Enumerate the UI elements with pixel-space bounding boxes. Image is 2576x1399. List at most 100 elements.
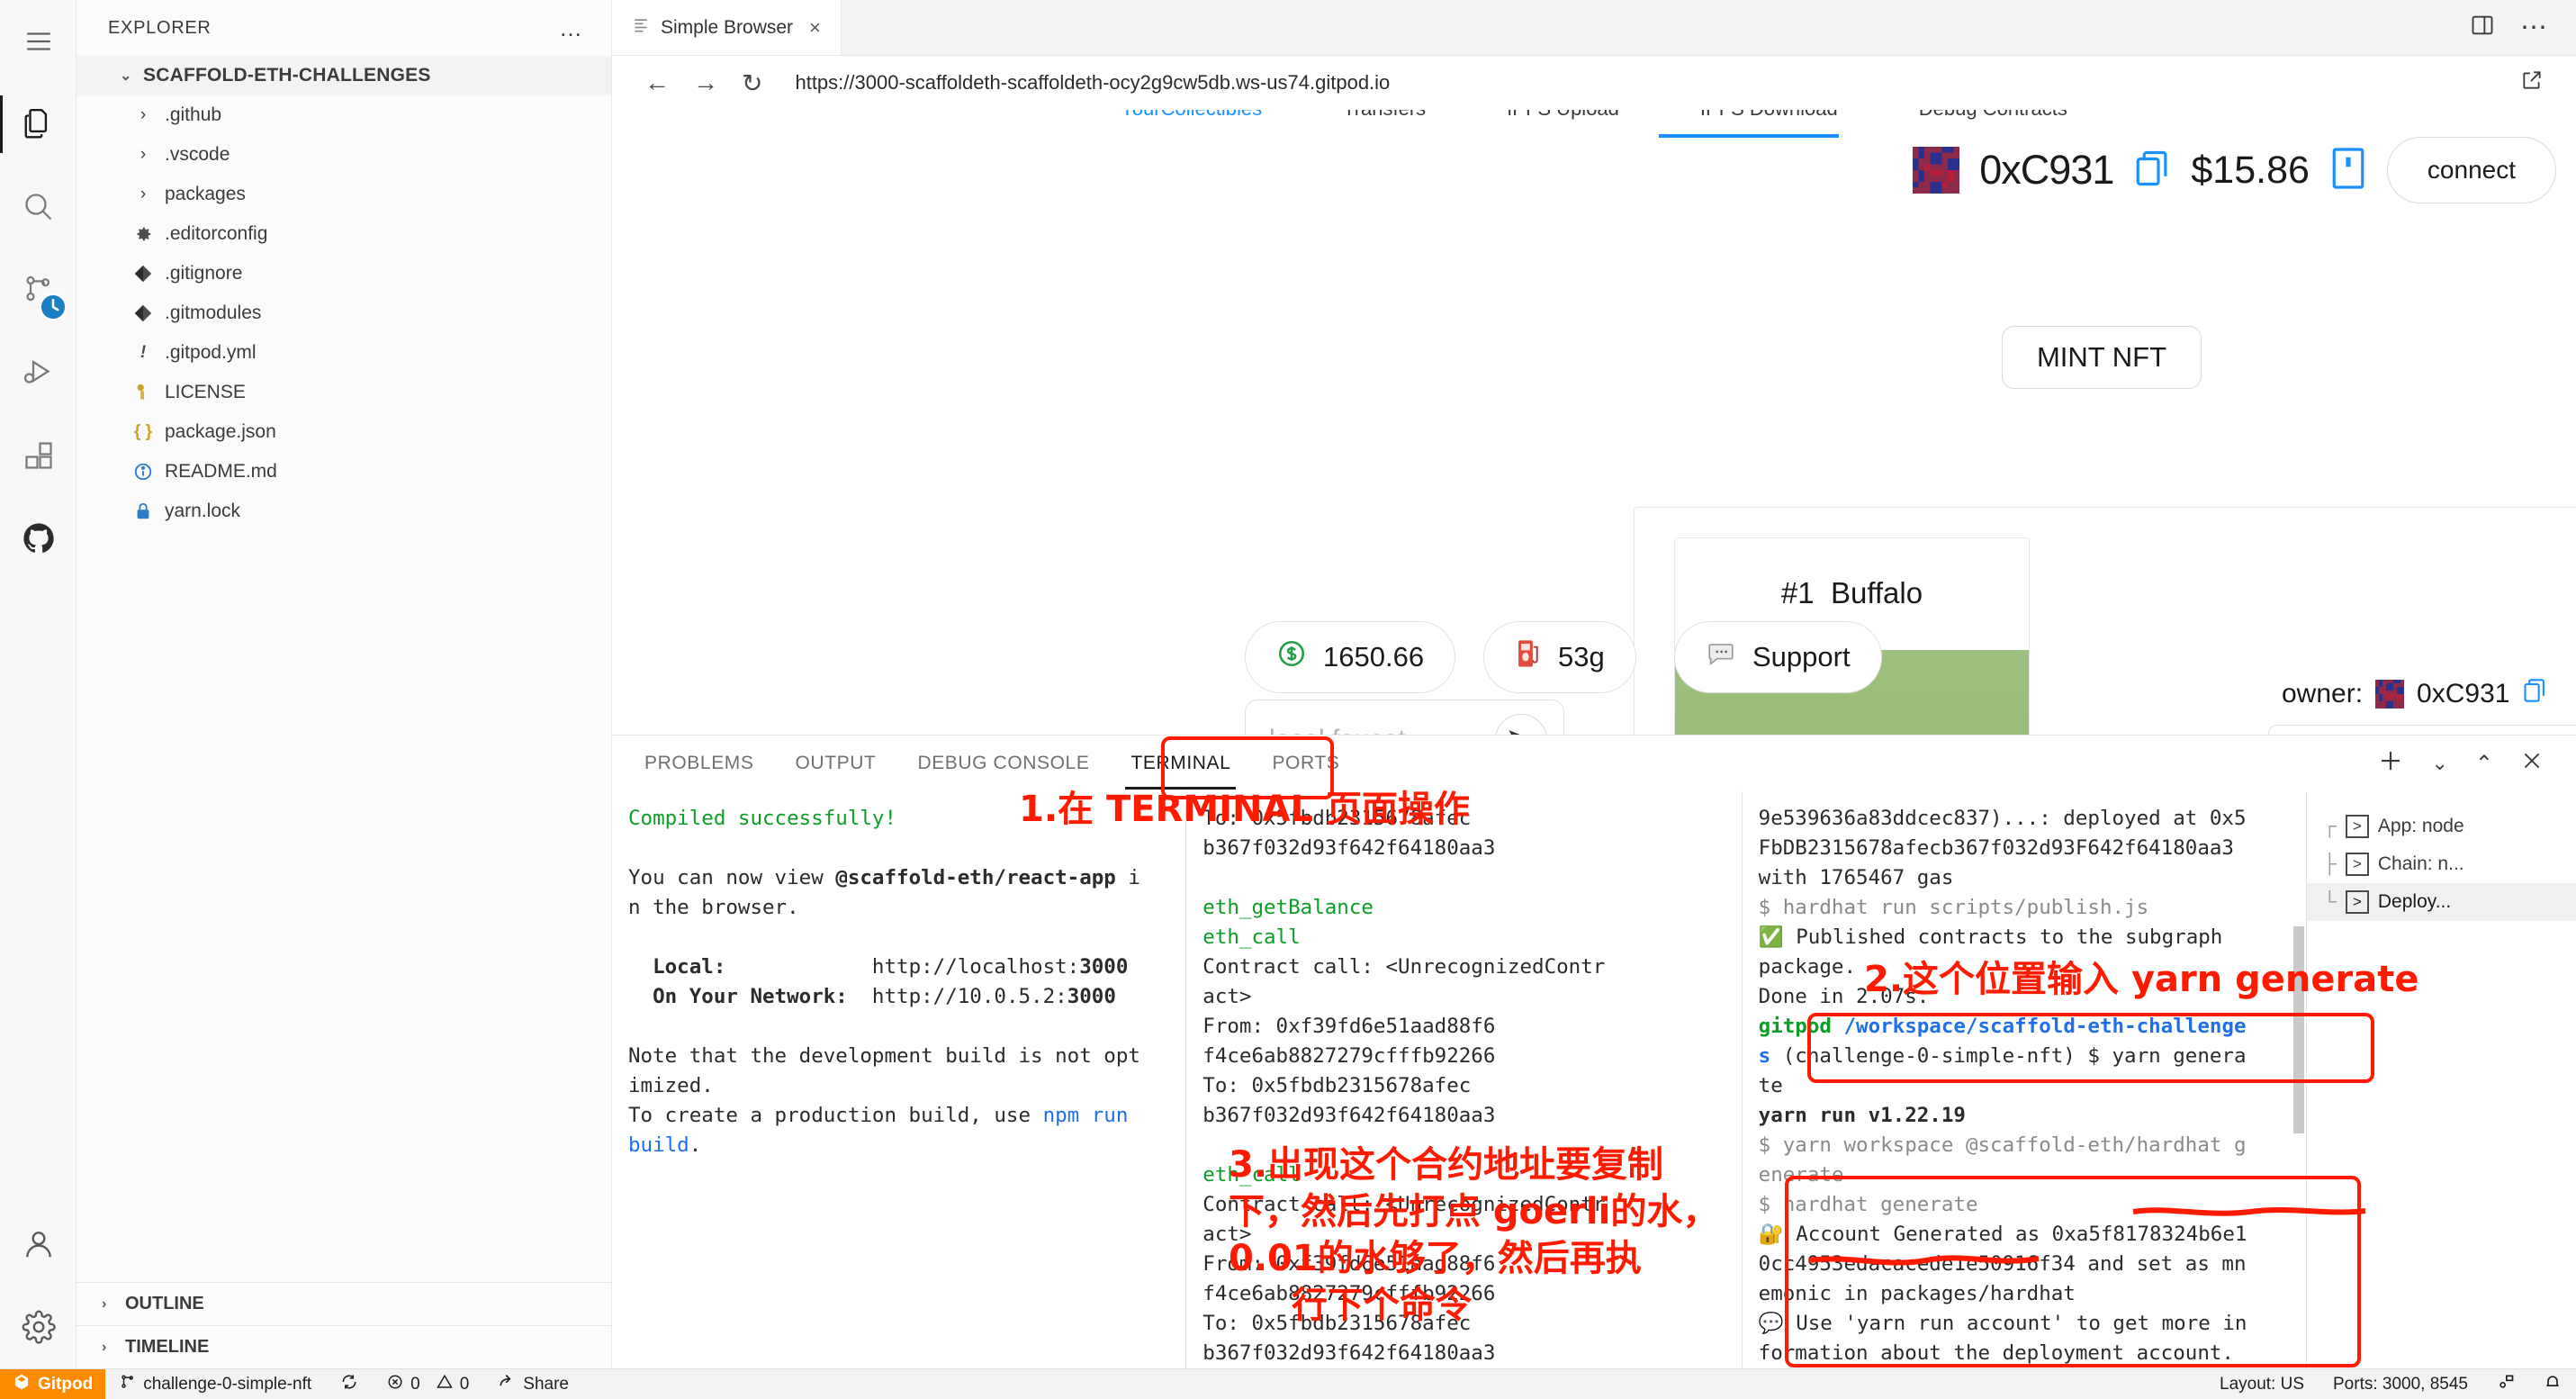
tree-item-label: .gitpod.yml <box>165 342 257 363</box>
chevron-down-icon: ⌄ <box>120 68 132 84</box>
add-terminal-icon[interactable] <box>2377 747 2404 781</box>
explorer-header: EXPLORER … <box>77 0 611 56</box>
github-icon[interactable] <box>0 497 77 580</box>
tab-output[interactable]: OUTPUT <box>796 753 877 774</box>
status-gitpod-button[interactable]: Gitpod <box>0 1368 106 1399</box>
chat-bubble-icon <box>1706 638 1736 676</box>
tree-item-gitpod-yml[interactable]: ! .gitpod.yml <box>77 333 611 373</box>
files-icon[interactable] <box>0 83 77 166</box>
copy-icon[interactable] <box>2522 677 2547 711</box>
connect-button[interactable]: connect <box>2386 137 2556 203</box>
terminal-line: From: 0xf39fd6e51aad88f6 <box>1202 1252 1496 1276</box>
tree-item-readme[interactable]: README.md <box>77 452 611 492</box>
back-icon[interactable]: ← <box>644 68 670 97</box>
explorer-section-outline[interactable]: › OUTLINE <box>77 1282 612 1325</box>
menu-icon[interactable] <box>0 0 77 83</box>
terminal-list-item-app[interactable]: ┌ > App: node <box>2307 808 2576 845</box>
forward-icon[interactable]: → <box>693 68 718 97</box>
nav-transfers[interactable]: Transfers <box>1343 110 1426 121</box>
more-actions-icon[interactable]: ⋯ <box>2520 14 2549 41</box>
status-share-button[interactable]: Share <box>483 1373 583 1396</box>
maximize-panel-icon[interactable]: ⌃ <box>2475 751 2493 777</box>
open-external-icon[interactable] <box>2520 68 2544 98</box>
editor-tab-bar: Simple Browser × ⋯ <box>612 0 2576 56</box>
terminal-line: To: 0x5fbdb2315678afec <box>1202 1312 1472 1335</box>
extensions-icon[interactable] <box>0 414 77 497</box>
close-icon[interactable]: × <box>809 16 821 40</box>
search-icon[interactable] <box>0 166 77 248</box>
reload-icon[interactable]: ↻ <box>742 68 762 98</box>
tab-ports[interactable]: PORTS <box>1272 753 1339 774</box>
tree-item-yarn-lock[interactable]: yarn.lock <box>77 492 611 531</box>
terminal-line: s (challenge-0-simple-nft) $ yarn genera <box>1758 1044 2247 1068</box>
tree-item-label: .gitignore <box>165 263 243 284</box>
account-address: 0xC931 <box>1979 147 2114 193</box>
tree-branch-icon: └ <box>2323 891 2337 912</box>
tree-item-editorconfig[interactable]: .editorconfig <box>77 214 611 254</box>
wallet-icon[interactable] <box>2329 145 2367 196</box>
terminal-line: On Your Network: http://10.0.5.2:3000 <box>653 985 1116 1008</box>
terminal-scrollbar[interactable] <box>2292 926 2304 1133</box>
url-input[interactable]: https://3000-scaffoldeth-scaffoldeth-ocy… <box>795 71 1390 95</box>
status-warning-count: 0 <box>459 1374 470 1394</box>
terminal-line: $ yarn workspace @scaffold-eth/hardhat g <box>1758 1133 2247 1157</box>
terminal-output[interactable]: Compiled successfully! You can now view … <box>612 791 2306 1368</box>
nav-ipfs-download[interactable]: IPFS Download <box>1700 110 1838 121</box>
git-file-icon <box>131 264 156 284</box>
terminal-list-item-chain[interactable]: ├ > Chain: n... <box>2307 845 2576 883</box>
status-problems[interactable]: 0 0 <box>373 1374 483 1395</box>
tree-item-label: .github <box>165 104 222 125</box>
tree-item-gitignore[interactable]: .gitignore <box>77 254 611 293</box>
explorer-more-icon[interactable]: … <box>559 16 584 40</box>
copy-icon[interactable] <box>2133 148 2171 194</box>
status-ports[interactable]: Ports: 3000, 8545 <box>2319 1375 2482 1394</box>
terminal-line: eth_getBalance <box>1202 896 1374 919</box>
explorer-panel: EXPLORER … ⌄ SCAFFOLD-ETH-CHALLENGES › .… <box>77 0 612 1368</box>
nav-debug-contracts[interactable]: Debug Contracts <box>1919 110 2067 121</box>
nav-ipfs-upload[interactable]: IPFS Upload <box>1507 110 1619 121</box>
terminal-list-item-deploy[interactable]: └ > Deploy... <box>2307 883 2576 921</box>
terminal-line: Contract call: <UnrecognizedContr <box>1202 955 1606 979</box>
tab-simple-browser[interactable]: Simple Browser × <box>612 0 842 55</box>
annotation-underline-address <box>1808 1207 2366 1266</box>
terminal-line: b367f032d93f642f64180aa3 <box>1202 1104 1496 1127</box>
tree-item-license[interactable]: LICENSE <box>77 373 611 412</box>
nav-your-collectibles[interactable]: YourCollectibles <box>1121 110 1262 121</box>
gas-pill: 53g <box>1483 621 1636 693</box>
tab-debug-console[interactable]: DEBUG CONSOLE <box>917 753 1089 774</box>
status-layout-label: Layout: US <box>2220 1374 2304 1394</box>
nav-active-underline <box>1659 134 1839 138</box>
account-icon[interactable] <box>0 1203 77 1286</box>
info-file-icon <box>131 462 156 482</box>
mint-nft-button[interactable]: MINT NFT <box>2001 326 2202 389</box>
tree-item-packages[interactable]: › packages <box>77 175 611 214</box>
run-debug-icon[interactable] <box>0 331 77 414</box>
explorer-root-label: SCAFFOLD-ETH-CHALLENGES <box>143 65 431 86</box>
terminal-line: From: 0xf39fd6e51aad88f6 <box>1202 1015 1496 1038</box>
status-sync-button[interactable] <box>326 1373 373 1396</box>
chevron-down-icon[interactable]: ⌄ <box>2431 752 2447 775</box>
tree-item-package-json[interactable]: { } package.json <box>77 412 611 452</box>
settings-gear-icon[interactable] <box>0 1286 77 1368</box>
terminal-line: build. <box>628 1133 702 1157</box>
nft-name: Buffalo <box>1830 576 1923 609</box>
status-layout[interactable]: Layout: US <box>2205 1375 2319 1394</box>
split-editor-icon[interactable] <box>2470 13 2495 42</box>
support-pill[interactable]: Support <box>1674 621 1882 693</box>
source-control-icon[interactable] <box>0 248 77 331</box>
status-branch[interactable]: challenge-0-simple-nft <box>105 1374 326 1395</box>
owner-label: owner: <box>2282 679 2364 709</box>
tree-item-vscode[interactable]: › .vscode <box>77 135 611 175</box>
tab-terminal[interactable]: TERMINAL <box>1125 753 1237 790</box>
tree-item-gitmodules[interactable]: .gitmodules <box>77 293 611 333</box>
terminal-line: te <box>1758 1074 1783 1097</box>
tree-item-label: .vscode <box>165 144 230 165</box>
close-panel-icon[interactable] <box>2520 749 2544 779</box>
explorer-root-folder[interactable]: ⌄ SCAFFOLD-ETH-CHALLENGES <box>77 56 611 95</box>
tab-problems[interactable]: PROBLEMS <box>644 753 754 774</box>
status-bar: Gitpod challenge-0-simple-nft 0 0 Share … <box>0 1368 2576 1399</box>
status-feedback-button[interactable] <box>2482 1373 2529 1396</box>
status-bell-button[interactable] <box>2529 1373 2576 1396</box>
tree-item-github[interactable]: › .github <box>77 95 611 135</box>
explorer-section-timeline[interactable]: › TIMELINE <box>77 1325 612 1368</box>
